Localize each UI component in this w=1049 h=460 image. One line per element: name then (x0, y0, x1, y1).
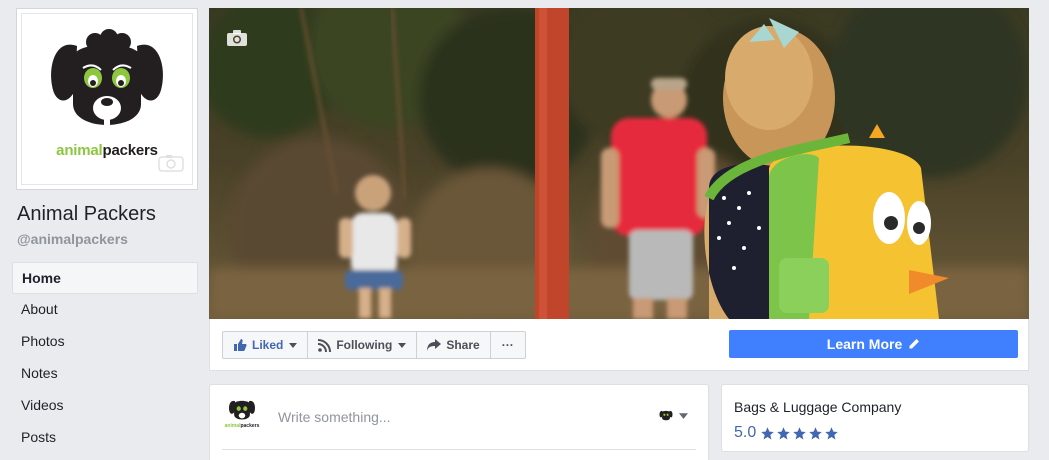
liked-label: Liked (252, 338, 284, 352)
star-icon (761, 426, 774, 439)
star-icon (809, 426, 822, 439)
nav-item-posts[interactable]: Posts (12, 422, 198, 454)
rating-value: 5.0 (734, 424, 757, 441)
chevron-down-icon (289, 342, 298, 348)
thumbs-up-icon (233, 338, 247, 352)
dog-logo-icon (229, 400, 255, 420)
cover-photo[interactable] (209, 8, 1029, 319)
page-category[interactable]: Bags & Luggage Company (734, 399, 901, 415)
about-card: Bags & Luggage Company 5.0 (721, 384, 1029, 452)
profile-picture[interactable]: animalpackers (16, 8, 198, 190)
post-composer: animalpackers Write something... (209, 384, 709, 460)
chevron-down-icon (679, 412, 688, 419)
logo-wordmark: animalpackers (56, 142, 158, 159)
nav-item-photos[interactable]: Photos (12, 326, 198, 358)
liked-button[interactable]: Liked (222, 331, 309, 359)
page-title[interactable]: Animal Packers (17, 203, 156, 226)
nav-item-videos[interactable]: Videos (12, 390, 198, 422)
nav-item-home[interactable]: Home (12, 262, 198, 294)
share-label: Share (446, 338, 480, 352)
rating[interactable]: 5.0 (734, 424, 840, 442)
cover-image (209, 8, 1029, 319)
star-rating (760, 426, 840, 441)
avatar-text-packers: packers (240, 423, 260, 429)
chevron-down-icon (398, 342, 407, 348)
learn-more-button[interactable]: Learn More (729, 330, 1018, 358)
share-button[interactable]: Share (416, 331, 491, 359)
avatar: animalpackers (224, 397, 260, 433)
facebook-page: animalpackers Animal Packers @animalpack… (0, 0, 1049, 460)
nav-item-notes[interactable]: Notes (12, 358, 198, 390)
logo-text-animal: animal (56, 142, 103, 159)
star-icon (793, 426, 806, 439)
profile-camera-icon[interactable] (158, 154, 184, 172)
profile-logo: animalpackers (21, 13, 193, 185)
page-handle[interactable]: @animalpackers (17, 231, 128, 247)
more-dots-icon: ··· (501, 338, 514, 352)
following-label: Following (336, 338, 393, 352)
action-buttons: Liked Following Share ··· (222, 331, 526, 359)
logo-text-packers: packers (102, 142, 159, 159)
share-arrow-icon (427, 339, 442, 351)
identity-selector[interactable] (659, 409, 688, 422)
star-icon (777, 426, 790, 439)
following-button[interactable]: Following (307, 331, 418, 359)
star-icon (825, 426, 838, 439)
rss-icon (318, 338, 332, 352)
learn-more-label: Learn More (826, 336, 903, 352)
pencil-icon[interactable] (908, 338, 920, 350)
nav-item-about[interactable]: About (12, 294, 198, 326)
dog-logo-icon (51, 29, 163, 136)
action-bar: Liked Following Share ··· Learn More (209, 319, 1029, 371)
composer-input[interactable]: Write something... (278, 409, 391, 425)
page-nav: Home About Photos Notes Videos Posts (12, 262, 198, 454)
divider (222, 449, 696, 450)
dog-logo-icon (659, 410, 673, 421)
camera-icon[interactable] (227, 30, 247, 46)
avatar-wordmark: animalpackers (225, 423, 260, 429)
avatar-text-animal: animal (224, 423, 241, 429)
more-options-button[interactable]: ··· (489, 331, 526, 359)
